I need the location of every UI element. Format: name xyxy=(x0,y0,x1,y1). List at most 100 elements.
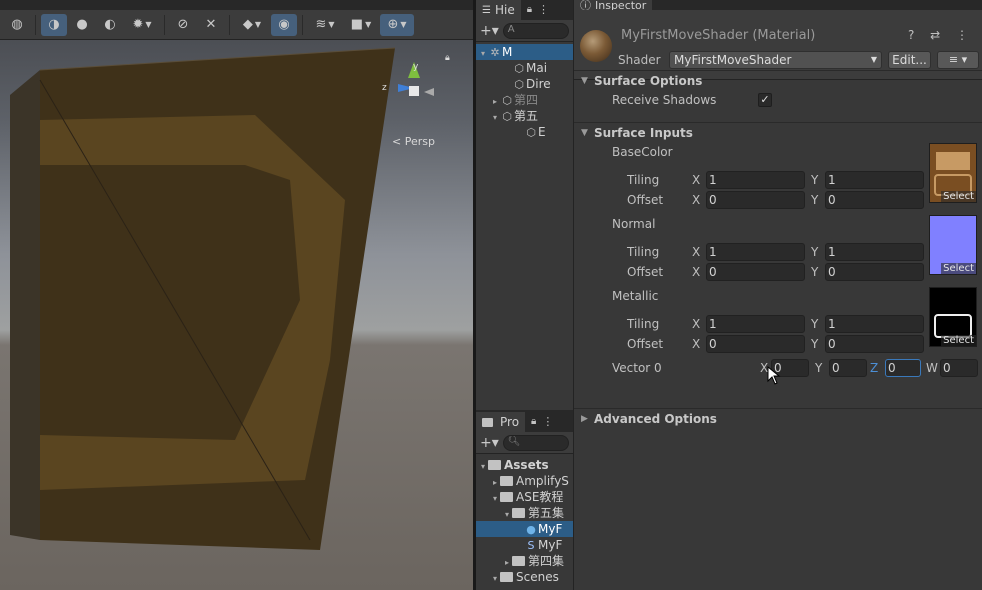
hierarchy-icon: ☰ xyxy=(482,4,491,16)
inspector-tab-label: Inspector xyxy=(595,0,647,10)
project-toolbar: +▾ 🔍︎ xyxy=(476,432,573,454)
material-title: MyFirstMoveShader (Material) xyxy=(621,28,816,43)
vector-w-field[interactable]: 0 xyxy=(940,359,978,377)
normal-tiling-x-field[interactable]: 1 xyxy=(706,243,805,261)
tab-inspector[interactable]: ⓘ Inspector xyxy=(574,0,653,10)
project-row-label: MyF xyxy=(538,538,563,552)
advanced-options-header[interactable]: ▶ Advanced Options xyxy=(574,408,982,428)
basecolor-label: BaseColor xyxy=(612,145,673,159)
basecolor-tiling-x-field[interactable]: 1 xyxy=(706,171,805,189)
project-row[interactable]: ● MyF xyxy=(476,521,573,537)
project-row[interactable]: ▾ 第五集 xyxy=(476,505,573,521)
hierarchy-row[interactable]: ⬡ Mai xyxy=(476,60,573,76)
normal-select-button[interactable]: Select xyxy=(941,263,976,274)
basecolor-offset-x-axis: X xyxy=(692,193,701,207)
gizmo-y-label: y xyxy=(413,62,419,72)
metallic-offset-y-field[interactable]: 0 xyxy=(825,335,924,353)
project-row[interactable]: ▸ 第四集 xyxy=(476,553,573,569)
material-menu-button[interactable]: ≡ ▾ xyxy=(937,51,979,69)
tab-hierarchy[interactable]: ☰ Hie xyxy=(476,0,521,20)
project-row-label: ASE教程 xyxy=(516,490,564,504)
normal-offset-x-field[interactable]: 0 xyxy=(706,263,805,281)
scene-view[interactable]: ◍ ◑ ● ◐ ✹ ▼ ⊘ ✕ ◆ ▼ ◉ ≋ ▼ ■ ▼ ⊕ ▼ y z 🔒︎ < Persp xyxy=(0,0,473,590)
lock-icon[interactable]: 🔒︎ xyxy=(527,0,532,20)
hierarchy-search-input[interactable]: A xyxy=(502,22,569,39)
metallic-tiling-x-field[interactable]: 1 xyxy=(706,315,805,333)
metallic-offset-x-field[interactable]: 0 xyxy=(706,335,805,353)
gameobject-icon: ⬡ xyxy=(526,126,536,139)
advanced-options-title: Advanced Options xyxy=(594,412,717,426)
expand-down-icon[interactable]: ▾ xyxy=(490,571,500,587)
chevron-down-icon: ▼ xyxy=(581,76,588,86)
receive-shadows-label: Receive Shadows xyxy=(612,93,717,107)
hierarchy-row[interactable]: ⬡ E xyxy=(476,124,573,140)
add-icon[interactable]: +▾ xyxy=(480,23,499,39)
hierarchy-row-label: 第五 xyxy=(514,109,539,123)
metallic-offset-x-axis: X xyxy=(692,337,701,351)
project-row-label: Scenes xyxy=(516,570,559,584)
metallic-tiling-y-field[interactable]: 1 xyxy=(825,315,924,333)
hierarchy-tree: ▾ ✲ M ⬡ Mai ⬡ Dire ▸ ⬡ 第四 ▾ ⬡ 第五 ⬡ E xyxy=(476,42,573,140)
hierarchy-row[interactable]: ▾ ⬡ 第五 xyxy=(476,108,573,124)
project-row-label: AmplifyS xyxy=(516,474,569,488)
add-icon[interactable]: +▾ xyxy=(480,435,499,451)
hierarchy-row[interactable]: ⬡ Dire xyxy=(476,76,573,92)
hierarchy-row-label: 第四 xyxy=(514,93,539,107)
normal-tiling-y-field[interactable]: 1 xyxy=(825,243,924,261)
hierarchy-tab-label: Hie xyxy=(494,3,515,17)
project-row[interactable]: ▾ Assets xyxy=(476,457,573,473)
metallic-select-button[interactable]: Select xyxy=(941,335,976,346)
hierarchy-row[interactable]: ▸ ⬡ 第四 xyxy=(476,92,573,108)
info-icon: ⓘ xyxy=(580,0,591,10)
tab-project[interactable]: Pro xyxy=(476,412,526,432)
vector-y-field[interactable]: 0 xyxy=(829,359,867,377)
metallic-tiling-label: Tiling xyxy=(627,317,660,331)
orientation-gizmo[interactable]: y z xyxy=(382,58,444,118)
edit-shader-button[interactable]: Edit... xyxy=(888,51,931,69)
project-row-label: MyF xyxy=(538,522,563,536)
basecolor-texture-slot[interactable]: Select xyxy=(929,143,977,203)
basecolor-offset-y-field[interactable]: 0 xyxy=(825,191,924,209)
metallic-tiling-y-axis: Y xyxy=(811,317,819,331)
metallic-label: Metallic xyxy=(612,289,659,303)
basecolor-tiling-y-field[interactable]: 1 xyxy=(825,171,924,189)
metallic-texture-slot[interactable]: Select xyxy=(929,287,977,347)
project-row[interactable]: ▾ ASE教程 xyxy=(476,489,573,505)
material-icon: ● xyxy=(526,523,536,536)
header-icons[interactable]: ? ⇄ ⋮ xyxy=(908,28,974,42)
metallic-offset-label: Offset xyxy=(627,337,664,351)
basecolor-select-button[interactable]: Select xyxy=(941,191,976,202)
project-row[interactable]: S MyF xyxy=(476,537,573,553)
normal-texture-slot[interactable]: Select xyxy=(929,215,977,275)
lock-icon[interactable]: 🔒︎ xyxy=(445,53,450,63)
basecolor-offset-x-field[interactable]: 0 xyxy=(706,191,805,209)
persp-label[interactable]: < Persp xyxy=(392,135,435,148)
folder-icon xyxy=(488,460,501,470)
vector-z-field[interactable]: 0 xyxy=(885,359,921,377)
shader-dropdown[interactable]: MyFirstMoveShader ▼ xyxy=(669,51,882,69)
project-row[interactable]: ▾ Scenes xyxy=(476,569,573,585)
project-tree: ▾ Assets ▸ AmplifyS ▾ ASE教程 ▾ 第五集 ● MyF S MyF ▸ 第四集 ▾ S… xyxy=(476,454,573,585)
more-icon[interactable]: ⋮ xyxy=(542,412,553,432)
gameobject-icon: ⬡ xyxy=(502,94,512,107)
chevron-down-icon: ▼ xyxy=(581,128,588,138)
vector-label: Vector 0 xyxy=(612,361,662,375)
surface-options-title: Surface Options xyxy=(594,74,703,88)
receive-shadows-checkbox[interactable]: ✓ xyxy=(758,93,772,107)
more-icon[interactable]: ⋮ xyxy=(538,0,549,20)
basecolor-tiling-y-axis: Y xyxy=(811,173,819,187)
hierarchy-row[interactable]: ▾ ✲ M xyxy=(476,44,573,60)
inspector-tabrow: ⓘ Inspector xyxy=(574,0,982,10)
surface-inputs-header[interactable]: ▼ Surface Inputs xyxy=(574,122,982,142)
mouse-cursor-icon xyxy=(767,366,781,385)
chevron-right-icon: ▶ xyxy=(581,414,588,424)
lock-icon[interactable]: 🔒︎ xyxy=(531,412,536,432)
surface-options-header[interactable]: ▼ Surface Options xyxy=(574,70,982,90)
project-row[interactable]: ▸ AmplifyS xyxy=(476,473,573,489)
shader-value: MyFirstMoveShader xyxy=(674,53,792,67)
project-search-input[interactable]: 🔍︎ xyxy=(502,434,569,451)
normal-offset-y-field[interactable]: 0 xyxy=(825,263,924,281)
hierarchy-tabrow: ☰ Hie 🔒︎ ⋮ xyxy=(476,0,573,20)
normal-label: Normal xyxy=(612,217,656,231)
normal-tiling-label: Tiling xyxy=(627,245,660,259)
